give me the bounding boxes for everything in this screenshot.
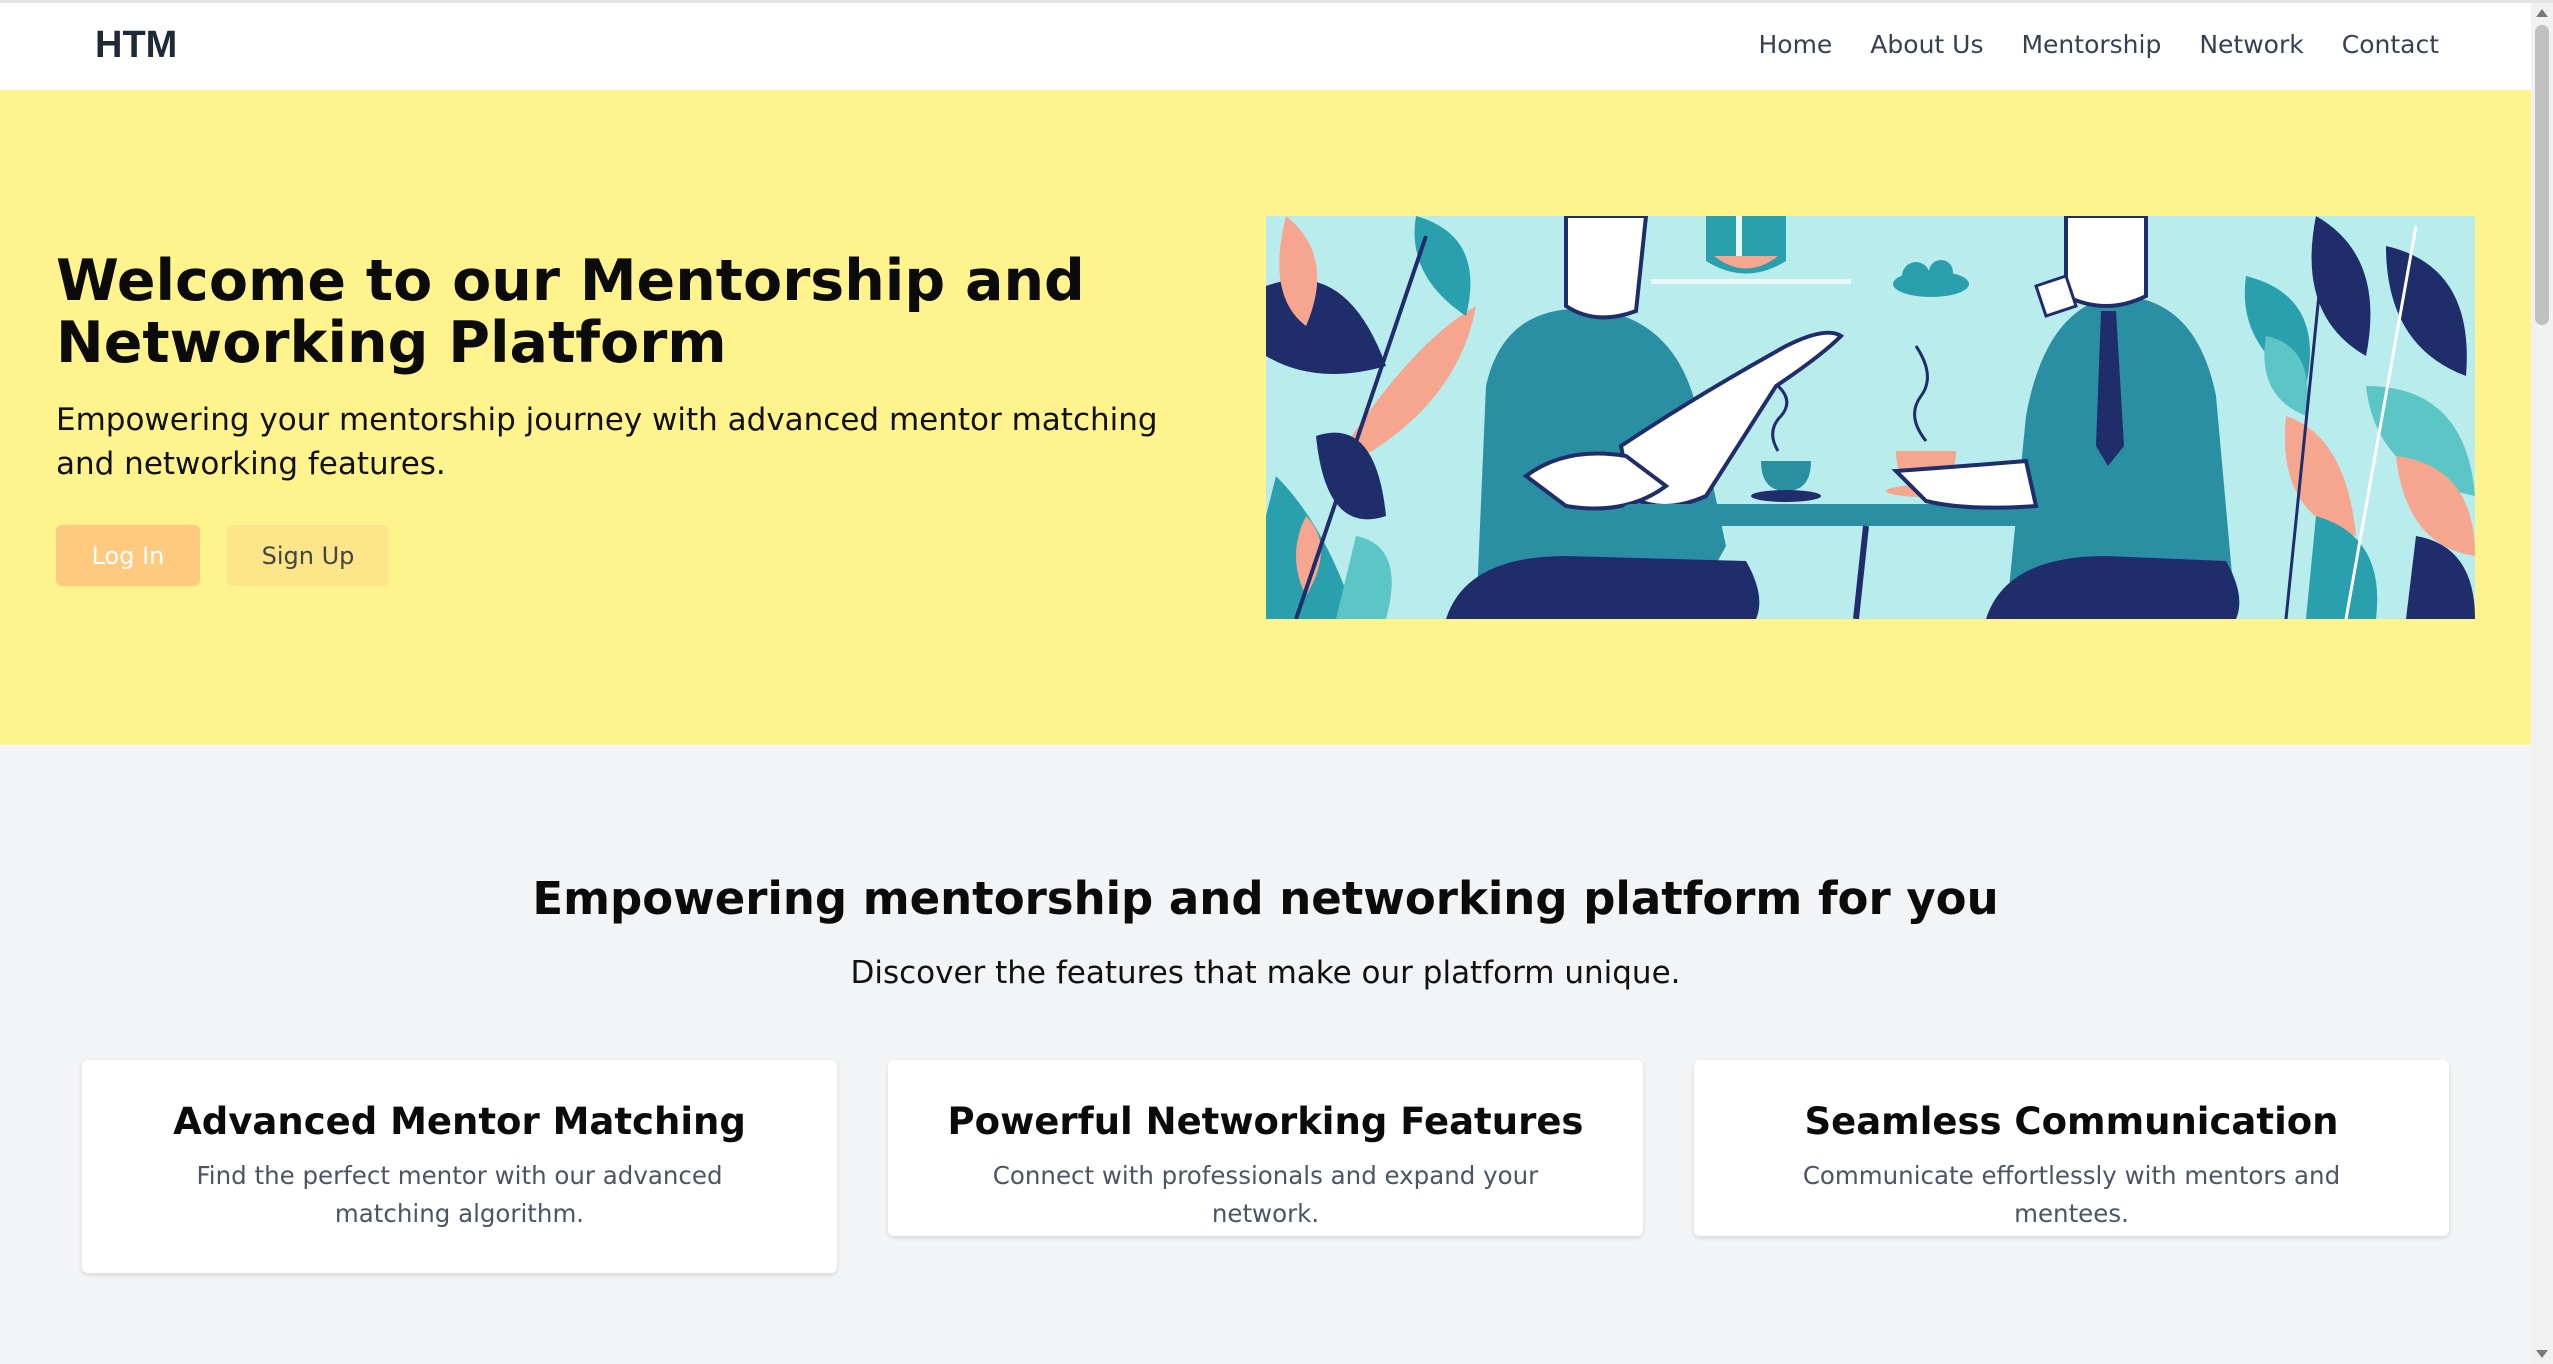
hero-subtitle: Empowering your mentorship journey with … (56, 402, 1158, 482)
features-title: Empowering mentorship and networking pla… (532, 872, 1999, 925)
hero-section: Welcome to our Mentorship and Networking… (0, 90, 2531, 745)
feature-card-title: Powerful Networking Features (947, 1100, 1584, 1143)
scroll-up-arrow-icon[interactable] (2536, 9, 2548, 17)
signup-button[interactable]: Sign Up (227, 525, 389, 586)
site-logo[interactable]: HTM (95, 24, 177, 67)
hero-illustration (1266, 214, 2475, 620)
nav-contact[interactable]: Contact (2342, 30, 2439, 59)
feature-card-communication: Seamless Communication Communicate effor… (1694, 1060, 2449, 1236)
main-nav: Home About Us Mentorship Network Contact (1758, 30, 2439, 59)
nav-mentorship[interactable]: Mentorship (2021, 30, 2161, 59)
scroll-down-arrow-icon[interactable] (2536, 1350, 2548, 1358)
navbar: HTM Home About Us Mentorship Network Con… (0, 3, 2531, 90)
scrollbar-thumb[interactable] (2535, 25, 2549, 325)
feature-card-mentor-matching: Advanced Mentor Matching Find the perfec… (82, 1060, 837, 1273)
feature-card-networking: Powerful Networking Features Connect wit… (888, 1060, 1643, 1236)
hero-title: Welcome to our Mentorship and Networking… (56, 248, 1085, 376)
feature-card-text: Communicate effortlessly with mentors an… (1802, 1161, 2341, 1228)
feature-card-title: Advanced Mentor Matching (173, 1100, 746, 1143)
features-subtitle: Discover the features that make our plat… (850, 955, 1681, 991)
feature-card-text: Connect with professionals and expand yo… (992, 1161, 1539, 1228)
feature-card-title: Seamless Communication (1804, 1100, 2339, 1143)
feature-card-text: Find the perfect mentor with our advance… (196, 1161, 723, 1228)
nav-about-us[interactable]: About Us (1870, 30, 1983, 59)
login-button[interactable]: Log In (56, 525, 200, 586)
nav-home[interactable]: Home (1758, 30, 1832, 59)
vertical-scrollbar[interactable] (2531, 3, 2553, 1364)
nav-network[interactable]: Network (2199, 30, 2303, 59)
